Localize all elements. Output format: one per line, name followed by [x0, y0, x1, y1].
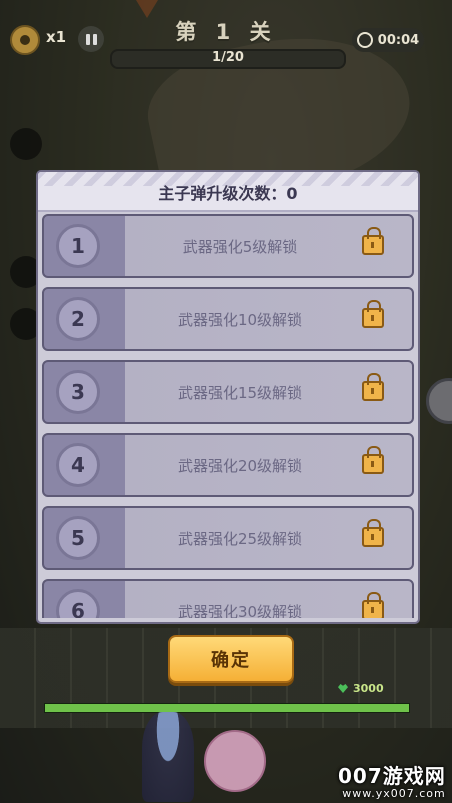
upgrade-row[interactable]: 4 武器强化20级解锁	[42, 433, 414, 497]
upgrade-row[interactable]: 5 武器强化25级解锁	[42, 506, 414, 570]
watermark-brand: 007游戏网	[338, 764, 446, 788]
lock-icon	[362, 300, 384, 328]
watermark: 007游戏网 www.yx007.com	[338, 760, 446, 800]
row-unlock-label: 武器强化10级解锁	[177, 311, 303, 329]
upgrade-row[interactable]: 1 武器强化5级解锁	[42, 214, 414, 278]
row-unlock-label: 武器强化5级解锁	[182, 238, 298, 256]
row-number-badge: 6	[56, 589, 100, 618]
dialog-title: 主子弹升级次数：0	[158, 184, 298, 203]
row-number-badge: 2	[56, 297, 100, 341]
pet-character	[204, 730, 266, 792]
row-number-badge: 5	[56, 516, 100, 560]
lock-icon	[362, 373, 384, 401]
lock-icon	[362, 227, 384, 255]
clock-icon	[356, 32, 373, 48]
lock-icon	[362, 446, 384, 474]
dialog-header: 主子弹升级次数：0	[38, 172, 418, 212]
timer-text: 00:04	[377, 32, 420, 48]
upgrade-row[interactable]: 6 武器强化30级解锁	[42, 579, 414, 618]
upgrade-row[interactable]: 2 武器强化10级解锁	[42, 287, 414, 351]
bullet-upgrade-dialog: 主子弹升级次数：0 1 武器强化5级解锁 2 武器强化10级解锁 3 武器强化15级解锁 4…	[36, 170, 420, 624]
hero-character	[142, 712, 194, 802]
wave-counter: 1/20	[212, 50, 244, 65]
watermark-url: www.yx007.com	[342, 787, 446, 800]
base-hp-fill	[45, 704, 409, 712]
row-unlock-label: 武器强化15级解锁	[177, 384, 303, 402]
heart-icon	[338, 684, 348, 693]
row-number-badge: 1	[56, 224, 100, 268]
row-number-badge: 4	[56, 443, 100, 487]
row-number-badge: 3	[56, 370, 100, 414]
confirm-button[interactable]: 确定	[168, 635, 294, 683]
upgrade-list[interactable]: 1 武器强化5级解锁 2 武器强化10级解锁 3 武器强化15级解锁 4 武器强化20级解锁 5…	[42, 214, 414, 618]
lock-icon	[362, 592, 384, 618]
timer: 00:04	[352, 28, 424, 52]
row-unlock-label: 武器强化30级解锁	[177, 603, 303, 618]
lock-icon	[362, 519, 384, 547]
upgrade-row[interactable]: 3 武器强化15级解锁	[42, 360, 414, 424]
coin-counter: 3000	[338, 682, 384, 695]
base-hp-bar	[44, 703, 410, 713]
row-unlock-label: 武器强化25级解锁	[177, 530, 303, 548]
coin-value: 3000	[353, 682, 384, 695]
row-unlock-label: 武器强化20级解锁	[177, 457, 303, 475]
